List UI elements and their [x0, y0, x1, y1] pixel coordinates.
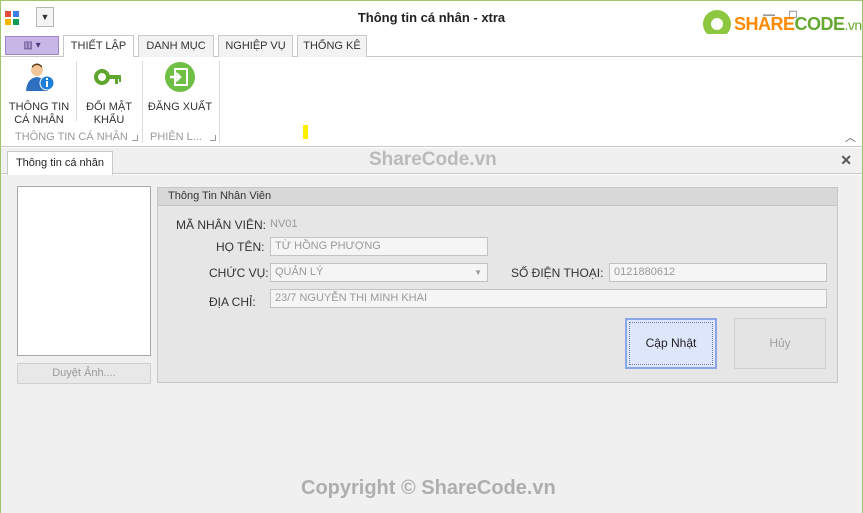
chevron-down-icon[interactable]: ▼	[474, 264, 482, 281]
tab-danh-muc[interactable]: DANH MỤC	[138, 35, 214, 57]
ribbon-panel: THÔNG TIN CÁ NHÂN ĐỔI MẬT KHẨU ĐĂNG XUẤT…	[1, 57, 862, 147]
employee-id-label: MÃ NHÂN VIÊN:	[176, 218, 267, 232]
application-menu-button[interactable]: ▥ ▾	[5, 36, 59, 55]
group-launcher-icon-2[interactable]	[210, 135, 216, 141]
change-password-button[interactable]: ĐỔI MẬT KHẨU	[81, 61, 137, 127]
close-document-icon[interactable]: ✕	[840, 152, 852, 169]
logo-text-share: SHARE	[734, 13, 795, 34]
phone-field[interactable]: 0121880612	[609, 263, 827, 282]
position-label: CHỨC VỤ:	[209, 266, 269, 280]
content-area: Duyệt Ảnh.... Thông Tin Nhân Viên MÃ NHÂ…	[1, 175, 862, 513]
employee-info-groupbox: Thông Tin Nhân Viên MÃ NHÂN VIÊN: NV01 H…	[157, 187, 838, 383]
cancel-button[interactable]: Hủy	[734, 318, 826, 369]
position-select-value: QUẢN LÝ	[275, 266, 324, 278]
employee-id-value: NV01	[270, 218, 298, 230]
address-field[interactable]: 23/7 NGUYỄN THỊ MINH KHAI	[270, 289, 827, 308]
ribbon-inner-divider	[76, 61, 77, 121]
tab-nghiep-vu[interactable]: NGHIỆP VỤ	[218, 35, 293, 57]
logo-text-code: CODE	[794, 13, 846, 34]
title-bar: ▼ Thông tin cá nhân - xtra — □ SHARECODE…	[1, 1, 863, 38]
key-icon	[94, 69, 121, 85]
groupbox-caption: Thông Tin Nhân Viên	[158, 188, 837, 206]
logo-text-domain: .vn	[844, 16, 863, 33]
group-launcher-icon[interactable]	[132, 135, 138, 141]
logout-label: ĐĂNG XUẤT	[147, 101, 213, 113]
user-info-icon	[26, 63, 55, 91]
collapse-ribbon-icon[interactable]: ︿	[845, 129, 856, 145]
position-select[interactable]: QUẢN LÝ ▼	[270, 263, 488, 282]
watermark-copyright: Copyright © ShareCode.vn	[301, 477, 556, 499]
name-label: HỌ TÊN:	[216, 240, 265, 254]
group-label-session: PHIÊN L...	[150, 131, 202, 143]
browse-photo-button[interactable]: Duyệt Ảnh....	[17, 363, 151, 384]
watermark-top: ShareCode.vn	[369, 149, 497, 170]
change-password-label: ĐỔI MẬT KHẨU	[86, 101, 132, 126]
ribbon-group-divider-2	[219, 61, 220, 143]
logout-button[interactable]: ĐĂNG XUẤT	[147, 61, 213, 114]
document-tab-profile[interactable]: Thông tin cá nhân	[7, 151, 113, 175]
app-window: ▼ Thông tin cá nhân - xtra — □ SHARECODE…	[0, 0, 863, 513]
ribbon-tab-strip: ▥ ▾ THIẾT LẬP DANH MỤC NGHIỆP VỤ THỐNG K…	[1, 34, 862, 58]
address-label: ĐỊA CHỈ:	[209, 295, 256, 309]
tab-thong-ke[interactable]: THỐNG KÊ	[297, 35, 367, 57]
tab-thiet-lap[interactable]: THIẾT LẬP	[63, 35, 134, 58]
photo-box	[17, 186, 151, 356]
exit-icon	[165, 62, 195, 92]
profile-button-label: THÔNG TIN CÁ NHÂN	[8, 101, 70, 126]
group-label-profile: THÔNG TIN CÁ NHÂN	[15, 131, 128, 143]
profile-button[interactable]: THÔNG TIN CÁ NHÂN	[7, 61, 71, 127]
yellow-marker	[303, 125, 308, 139]
name-field[interactable]: TỪ HỒNG PHƯỢNG	[270, 237, 488, 256]
update-button[interactable]: Cập Nhật	[625, 318, 717, 369]
phone-label: SỐ ĐIỆN THOẠI:	[511, 266, 604, 280]
ribbon-group-divider	[142, 61, 143, 143]
